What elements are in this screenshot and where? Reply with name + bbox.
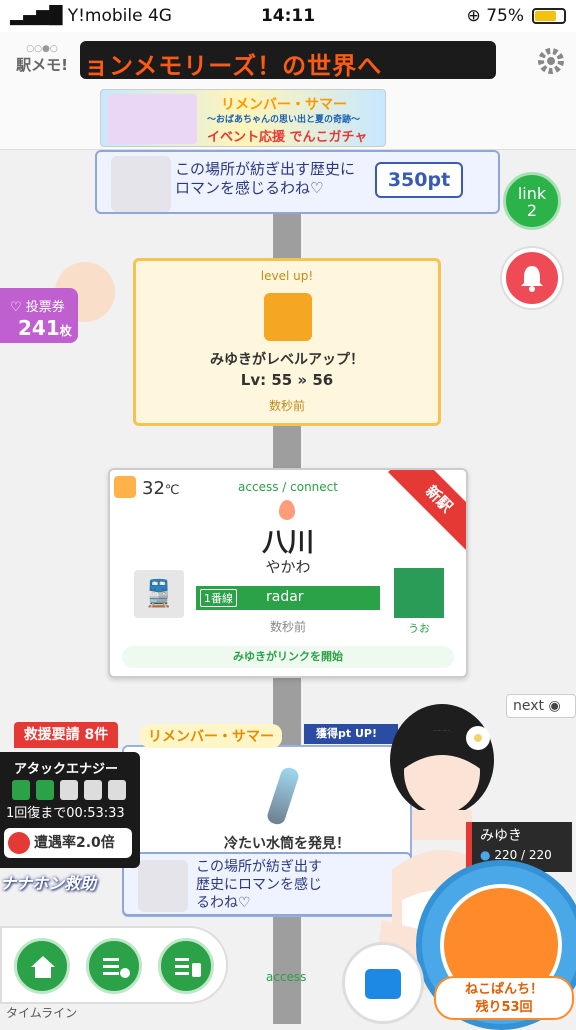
partner-portrait[interactable] bbox=[394, 568, 444, 618]
neko-punch-button[interactable]: ねこぱんち！ 残り53回 bbox=[416, 860, 576, 1030]
battery-text: ⊕ 75% bbox=[466, 6, 524, 26]
vote-ticket[interactable]: ♡ 投票券 241枚 bbox=[0, 288, 78, 343]
link-status: みゆきがリンクを開始 bbox=[122, 646, 454, 668]
recover-time: 1回復まで00:53:33 bbox=[6, 806, 125, 821]
home-button[interactable] bbox=[14, 938, 70, 994]
quote-card-bottom[interactable]: この場所が紡ぎ出す 歴史にロマンを感じ るわね♡ bbox=[122, 852, 412, 916]
station-name: 八川 bbox=[261, 528, 314, 558]
rescue-request-badge[interactable]: 救援要請 8件 bbox=[14, 722, 118, 748]
encounter-rate: 遭遇率2.0倍 bbox=[4, 828, 132, 858]
train-icon: 🚆 bbox=[134, 570, 184, 618]
link-count: 2 bbox=[526, 201, 538, 220]
bottom-nav bbox=[0, 926, 228, 1004]
briefcase-icon bbox=[365, 969, 401, 999]
quote-text: この場所が紡ぎ出す歴史に ロマンを感じるわね♡ bbox=[175, 160, 356, 197]
event-banner[interactable]: リメンバー・サマー 〜おばあちゃんの思い出と夏の奇跡〜 イベント応援 でんこガチ… bbox=[100, 89, 386, 147]
banner-characters bbox=[107, 94, 197, 144]
quote-text: この場所が紡ぎ出す 歴史にロマンを感じ るわね♡ bbox=[196, 859, 322, 911]
level-heading: level up! bbox=[260, 269, 314, 283]
station-time: 数秒前 bbox=[269, 620, 306, 634]
energy-segment bbox=[108, 780, 126, 800]
line-bar: 1番線 radar bbox=[196, 586, 380, 610]
denko-name: みゆき bbox=[480, 828, 522, 844]
vote-count: 241 bbox=[18, 316, 60, 340]
train-list-button[interactable] bbox=[86, 938, 142, 994]
news-marquee[interactable]: ョンメモリーズ！の世界へ bbox=[80, 41, 496, 79]
bell-icon bbox=[521, 266, 543, 292]
battery-icon bbox=[532, 8, 566, 24]
app-logo: ○○●○ 駅メモ! bbox=[16, 44, 68, 74]
lion-icon bbox=[8, 832, 30, 854]
marquee-text: ョンメモリーズ！の世界へ bbox=[84, 52, 383, 79]
link-label: link bbox=[517, 184, 547, 203]
water-bottle-icon bbox=[265, 765, 301, 827]
station-list-button[interactable] bbox=[158, 938, 214, 994]
neko-punch-label: ねこぱんち！ 残り53回 bbox=[434, 976, 574, 1020]
station-card[interactable]: 32℃ access / connect 新駅 八川 やかわ 🚆 1番線 rad… bbox=[108, 468, 468, 678]
event-tag: リメンバー・サマー bbox=[140, 724, 282, 748]
level-up-card[interactable]: level up! みゆきがレベルアップ！ Lv: 55 » 56 数秒前 bbox=[133, 258, 441, 426]
level-value: Lv: 55 » 56 bbox=[240, 371, 334, 389]
nanahon-rescue-banner[interactable]: ナナホン救助 bbox=[0, 870, 100, 900]
heart-icon: ♡ bbox=[10, 300, 22, 315]
banner-subtitle: 〜おばあちゃんの思い出と夏の奇跡〜 bbox=[207, 115, 361, 125]
vote-label: 投票券 bbox=[25, 300, 65, 315]
character-portrait bbox=[111, 156, 171, 212]
level-time: 数秒前 bbox=[268, 399, 305, 413]
gear-icon[interactable] bbox=[536, 46, 566, 76]
vote-unit: 枚 bbox=[59, 324, 72, 338]
rotation-lock-icon: ⊕ bbox=[466, 6, 481, 26]
energy-segment bbox=[84, 780, 102, 800]
banner-title: リメンバー・サマー bbox=[221, 97, 347, 113]
quote-card-top[interactable]: この場所が紡ぎ出す歴史に ロマンを感じるわね♡ 350pt bbox=[95, 150, 500, 214]
line-number: 1番線 bbox=[200, 589, 237, 607]
level-message: みゆきがレベルアップ！ bbox=[210, 352, 364, 368]
timeline-label: タイムライン bbox=[6, 1006, 78, 1020]
energy-segment bbox=[36, 780, 54, 800]
banner-cta: イベント応援 でんこガチャ bbox=[207, 130, 368, 145]
bell-button[interactable] bbox=[502, 248, 562, 308]
list-icon bbox=[103, 958, 130, 978]
energy-segment bbox=[60, 780, 78, 800]
next-icon: ◉ bbox=[548, 698, 561, 714]
points-badge: 350pt bbox=[375, 162, 463, 198]
attack-energy-panel[interactable]: アタックエナジー 1回復まで00:53:33 遭遇率2.0倍 bbox=[0, 752, 140, 868]
drop-icon bbox=[279, 500, 295, 520]
attack-title: アタックエナジー bbox=[14, 762, 119, 777]
energy-segment bbox=[12, 780, 30, 800]
character-portrait bbox=[264, 293, 312, 341]
link-button[interactable]: link 2 bbox=[503, 172, 561, 230]
character-portrait bbox=[138, 860, 188, 912]
header: ○○●○ 駅メモ! ョンメモリーズ！の世界へ リメンバー・サマー 〜おばあちゃん… bbox=[0, 32, 576, 150]
home-icon bbox=[31, 956, 55, 978]
access-label-bottom: access bbox=[266, 970, 307, 984]
station-list-icon bbox=[175, 958, 201, 977]
status-bar: ▂▄▆█ Y!mobile 4G 14:11 ⊕ 75% bbox=[0, 0, 576, 32]
line-name: radar bbox=[266, 589, 304, 605]
item-text: 冷たい水筒を発見！ bbox=[224, 836, 350, 852]
item-bag-button[interactable] bbox=[342, 942, 424, 1024]
